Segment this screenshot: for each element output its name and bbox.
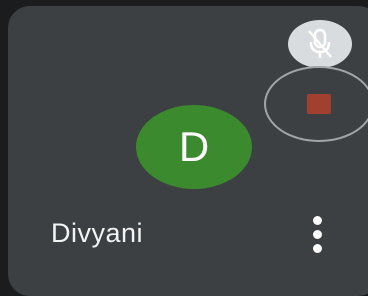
avatar-initial: D bbox=[178, 123, 210, 170]
more-options-icon-dot bbox=[312, 243, 322, 253]
more-options-icon-dot bbox=[312, 229, 322, 239]
stop-recording-icon bbox=[307, 94, 331, 114]
participant-tile[interactable]: D Divyani bbox=[8, 6, 368, 296]
more-options-button[interactable] bbox=[303, 210, 331, 258]
participant-name: Divyani bbox=[51, 218, 144, 248]
mic-muted-indicator bbox=[288, 20, 352, 68]
mic-off-icon bbox=[308, 28, 332, 58]
more-options-icon bbox=[312, 215, 322, 225]
stop-recording-button[interactable] bbox=[264, 66, 368, 142]
avatar: D bbox=[136, 105, 252, 189]
